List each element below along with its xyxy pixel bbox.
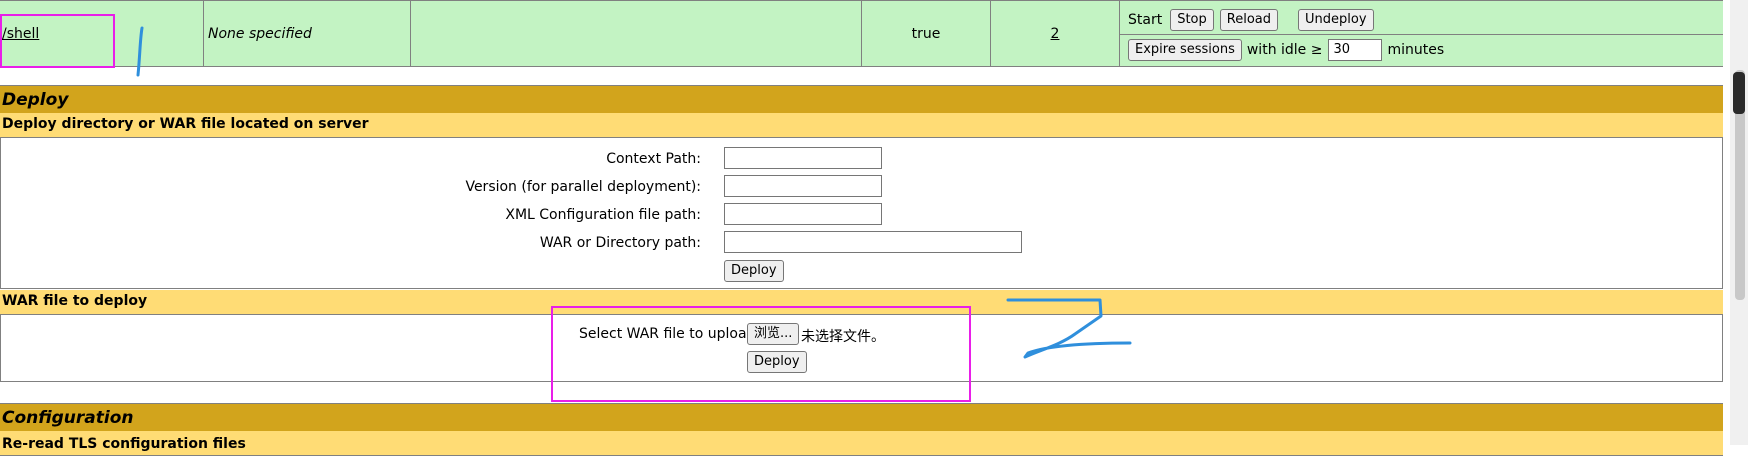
vertical-scrollbar[interactable] — [1730, 0, 1748, 445]
pen-annotations — [136, 26, 1132, 359]
pen-mark-2 — [1006, 298, 1132, 359]
scroll-handle-icon[interactable] — [1733, 72, 1745, 114]
pen-mark-1 — [136, 26, 144, 77]
